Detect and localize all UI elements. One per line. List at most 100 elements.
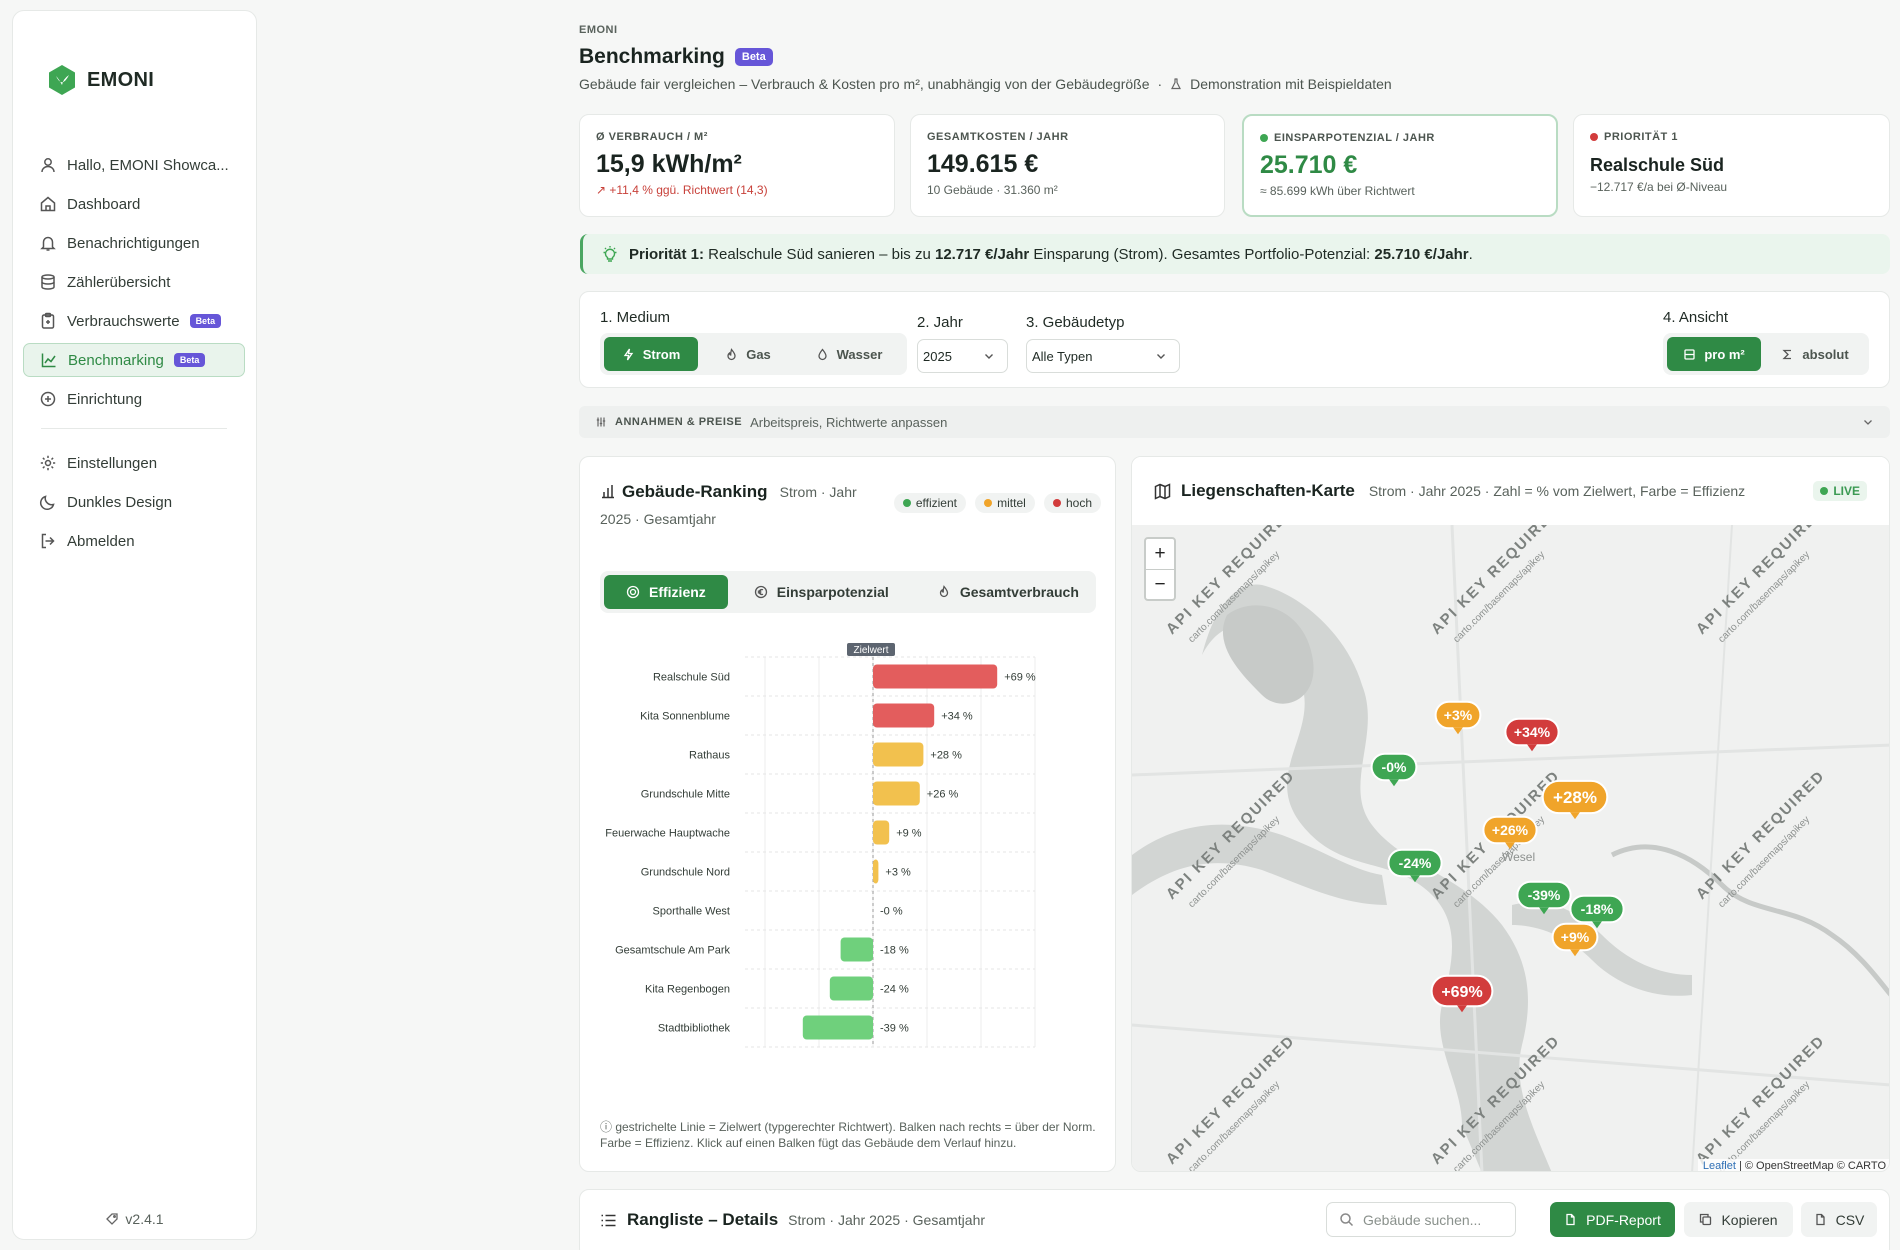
ranking-tabs: Effizienz Einsparpotenzial Gesamtverbrau… — [600, 571, 1096, 613]
chevron-down-icon — [985, 354, 993, 359]
kpi-value: 149.615 € — [927, 150, 1039, 178]
map-basemap: API KEY REQUIRED API KEY REQUIRED API KE… — [1132, 525, 1889, 1171]
sidebar-item-meters[interactable]: Zählerübersicht — [23, 265, 245, 299]
category-label: Kita Regenbogen — [645, 984, 730, 996]
map-card: Liegenschaften-Karte Strom · Jahr 2025 ·… — [1131, 456, 1890, 1172]
value-label: +26 % — [927, 789, 959, 801]
sidebar-item-label: Dunkles Design — [67, 493, 173, 511]
bar — [829, 976, 873, 1001]
live-badge: LIVE — [1813, 481, 1867, 501]
medium-option-gas[interactable]: Gas — [702, 337, 794, 371]
building-search-input[interactable]: Gebäude suchen... — [1326, 1202, 1516, 1237]
kpi-label-wrap: PRIORITÄT 1 — [1590, 131, 1873, 143]
value-label: -24 % — [880, 984, 909, 996]
filter-panel: 1. Medium Strom Gas Wasser 2. Jahr 2025 … — [579, 291, 1890, 388]
button-label: Kopieren — [1721, 1211, 1778, 1228]
view-option-per-m2[interactable]: pro m² — [1667, 337, 1762, 371]
zoom-out-button[interactable]: − — [1146, 569, 1174, 599]
year-label: 2. Jahr — [917, 314, 963, 331]
leaflet-link[interactable]: Leaflet — [1703, 1160, 1736, 1171]
tab-label: Gesamtverbrauch — [959, 584, 1079, 600]
sidebar-item-benchmarking[interactable]: Benchmarking Beta — [23, 343, 245, 377]
list-icon — [601, 1214, 616, 1226]
sidebar-item-settings[interactable]: Einstellungen — [23, 446, 245, 480]
pdf-report-button[interactable]: PDF-Report — [1550, 1202, 1675, 1237]
chevron-down-icon — [1157, 354, 1165, 359]
year-select[interactable]: 2025 — [917, 339, 1008, 373]
map-canvas[interactable]: API KEY REQUIRED API KEY REQUIRED API KE… — [1132, 525, 1889, 1171]
file-icon — [1815, 1213, 1825, 1226]
page-eyebrow: EMONI — [579, 24, 618, 36]
marker-tip — [1389, 779, 1399, 787]
view-selector: pro m² absolut — [1663, 333, 1869, 375]
sidebar-item-label: Einrichtung — [67, 390, 143, 408]
app-version: v2.4.1 — [13, 1211, 256, 1227]
sidebar-item-dashboard[interactable]: Dashboard — [23, 187, 245, 221]
type-value: Alle Typen — [1032, 348, 1093, 364]
category-label: Feuerwache Hauptwache — [605, 828, 730, 840]
app-logo[interactable]: EMONI — [45, 63, 154, 97]
sidebar-item-user[interactable]: Hallo, EMONI Showca... — [23, 148, 245, 182]
clipboard-icon — [41, 312, 55, 329]
bar — [840, 937, 873, 962]
option-label: Strom — [642, 346, 681, 362]
moon-icon — [39, 495, 55, 511]
building-type-select[interactable]: Alle Typen — [1026, 339, 1180, 373]
medium-selector: Strom Gas Wasser — [600, 333, 907, 375]
category-label: Grundschule Nord — [641, 867, 730, 879]
kpi-label: Ø VERBRAUCH / M² — [596, 131, 708, 143]
home-icon — [40, 196, 56, 212]
ranking-chart: Zielwert Realschule Süd +69 % Kita Sonnenbl… — [580, 637, 1117, 1098]
sidebar-item-logout[interactable]: Abmelden — [23, 524, 245, 558]
details-meta: Strom · Jahr 2025 · Gesamtjahr — [788, 1212, 986, 1228]
sidebar-item-dark-mode[interactable]: Dunkles Design — [23, 485, 245, 519]
type-label: 3. Gebäudetyp — [1026, 314, 1125, 331]
kpi-label: GESAMTKOSTEN / JAHR — [927, 131, 1069, 143]
demo-note: Demonstration mit Beispieldaten — [1190, 76, 1392, 92]
layers-icon — [1684, 348, 1695, 360]
map-road — [1132, 743, 1889, 777]
details-title: Rangliste – Details — [627, 1210, 779, 1229]
medium-option-strom[interactable]: Strom — [604, 337, 698, 371]
map-city-label: Wesel — [1502, 850, 1535, 864]
sidebar-item-consumption[interactable]: Verbrauchswerte Beta — [23, 304, 245, 338]
sidebar-item-setup[interactable]: Einrichtung — [23, 382, 245, 416]
tab-label: Einsparpotenzial — [776, 584, 889, 600]
map-attribution: Leaflet | © OpenStreetMap © CARTO — [1697, 1159, 1889, 1171]
marker-label: +26% — [1492, 822, 1529, 838]
ranking-legend: effizient mittel hoch — [889, 493, 1101, 513]
status-dot — [1590, 133, 1598, 141]
ranking-meta-2: 2025 · Gesamtjahr — [600, 511, 716, 527]
euro-icon — [754, 585, 767, 599]
bar — [873, 859, 879, 884]
map-title: Liegenschaften-Karte — [1181, 481, 1355, 500]
map-marker[interactable]: +34% — [1504, 717, 1560, 752]
zoom-in-button[interactable]: + — [1146, 539, 1174, 569]
ranking-title: Gebäude-Ranking — [622, 482, 768, 501]
database-icon — [41, 274, 55, 290]
tab-savings[interactable]: Einsparpotenzial — [732, 575, 911, 609]
view-label: 4. Ansicht — [1663, 309, 1729, 326]
marker-label: +69% — [1441, 984, 1482, 1001]
sidebar-item-notifications[interactable]: Benachrichtigungen — [23, 226, 245, 260]
map-marker[interactable]: +3% — [1434, 700, 1482, 735]
chart-footnote: ⓘ gestrichelte Linie = Zielwert (typgere… — [600, 1120, 1096, 1150]
map-marker[interactable]: +28% — [1541, 779, 1609, 820]
assumptions-toggle[interactable]: ANNAHMEN & PREISE Arbeitspreis, Richtwer… — [579, 406, 1890, 438]
bar — [873, 820, 890, 845]
view-option-absolute[interactable]: absolut — [1765, 337, 1865, 371]
map-marker[interactable]: -0% — [1370, 752, 1418, 787]
tab-efficiency[interactable]: Effizienz — [604, 575, 728, 609]
medium-label: 1. Medium — [600, 309, 671, 326]
marker-label: -39% — [1528, 887, 1561, 903]
copy-button[interactable]: Kopieren — [1684, 1202, 1793, 1237]
value-label: +9 % — [896, 828, 922, 840]
kpi-value: 15,9 kWh/m² — [596, 150, 742, 178]
details-header: Rangliste – Details Strom · Jahr 2025 · … — [600, 1210, 985, 1230]
sidebar-item-label: Benchmarking — [68, 351, 164, 369]
csv-button[interactable]: CSV — [1801, 1202, 1877, 1237]
tab-total-consumption[interactable]: Gesamtverbrauch — [915, 575, 1101, 609]
marker-tip — [1570, 812, 1580, 820]
medium-option-wasser[interactable]: Wasser — [798, 337, 900, 371]
banner-prefix: Priorität 1: — [629, 245, 705, 263]
